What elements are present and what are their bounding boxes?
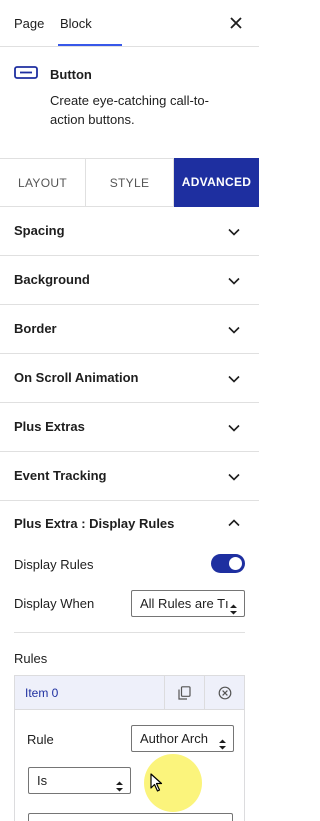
rule-label: Rule [27, 732, 54, 747]
panel-border[interactable]: Border [0, 305, 259, 354]
chevron-down-icon [227, 323, 241, 337]
chevron-down-icon [227, 470, 241, 484]
panel-on-scroll-animation[interactable]: On Scroll Animation [0, 354, 259, 403]
style-tabs: LAYOUT STYLE ADVANCED [0, 158, 259, 207]
panel-title: Background [14, 272, 90, 287]
panel-display-rules: Plus Extra : Display Rules Display Rules… [0, 500, 259, 821]
panel-background[interactable]: Background [0, 256, 259, 305]
rule-item-header[interactable]: Item 0 [15, 676, 244, 710]
value-select[interactable] [28, 813, 233, 821]
tab-style[interactable]: STYLE [86, 159, 174, 207]
rule-item: Item 0 Rule Author Arch Is [14, 675, 245, 821]
button-icon [14, 65, 38, 86]
panel-plus-extras[interactable]: Plus Extras [0, 403, 259, 452]
chevron-down-icon [227, 274, 241, 288]
close-icon[interactable] [225, 12, 247, 34]
panel-title: Border [14, 321, 57, 336]
rule-value: Author Arch [140, 731, 208, 746]
panel-title: Plus Extra : Display Rules [14, 516, 175, 531]
remove-button[interactable] [204, 676, 244, 710]
panel-title: Plus Extras [14, 419, 85, 434]
select-arrows-icon [229, 598, 238, 615]
panel-event-tracking[interactable]: Event Tracking [0, 452, 259, 501]
mouse-cursor-icon [150, 773, 164, 798]
toggle-knob [229, 557, 242, 570]
close-circle-icon [218, 686, 232, 700]
block-card: Button Create eye-catching call-to-actio… [0, 47, 259, 159]
operator-select[interactable]: Is [28, 767, 131, 794]
chevron-down-icon [227, 421, 241, 435]
copy-button[interactable] [164, 676, 204, 710]
chevron-down-icon [227, 372, 241, 386]
copy-icon [178, 686, 191, 700]
block-title: Button [50, 67, 92, 82]
rule-select[interactable]: Author Arch [131, 725, 234, 752]
panel-title: On Scroll Animation [14, 370, 139, 385]
rules-label: Rules [14, 651, 48, 666]
rule-item-label: Item 0 [25, 686, 59, 700]
tab-block[interactable]: Block [60, 0, 92, 47]
divider [14, 632, 245, 633]
block-description: Create eye-catching call-to-action butto… [50, 93, 209, 127]
tab-layout[interactable]: LAYOUT [0, 159, 86, 207]
sidebar-header-tabs: Page Block [0, 0, 259, 47]
display-when-value: All Rules are Tı [140, 596, 228, 611]
chevron-up-icon [227, 516, 241, 530]
panel-display-rules-header[interactable]: Plus Extra : Display Rules [0, 500, 259, 548]
operator-value: Is [37, 773, 48, 788]
panel-title: Spacing [14, 223, 65, 238]
display-when-label: Display When [14, 596, 95, 611]
panel-spacing[interactable]: Spacing [0, 207, 259, 256]
panel-title: Event Tracking [14, 468, 107, 483]
select-arrows-icon [115, 775, 124, 792]
chevron-down-icon [227, 225, 241, 239]
display-when-select[interactable]: All Rules are Tı [131, 590, 245, 617]
tab-page[interactable]: Page [14, 0, 44, 47]
tab-advanced[interactable]: ADVANCED [174, 158, 259, 207]
active-tab-indicator [58, 44, 122, 46]
display-rules-toggle[interactable] [211, 554, 245, 573]
select-arrows-icon [218, 733, 227, 750]
display-rules-label: Display Rules [14, 557, 94, 572]
